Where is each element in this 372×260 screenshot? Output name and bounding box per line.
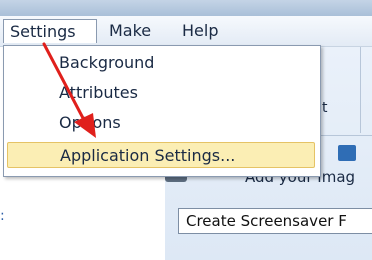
annotation-arrow-icon — [42, 42, 96, 138]
